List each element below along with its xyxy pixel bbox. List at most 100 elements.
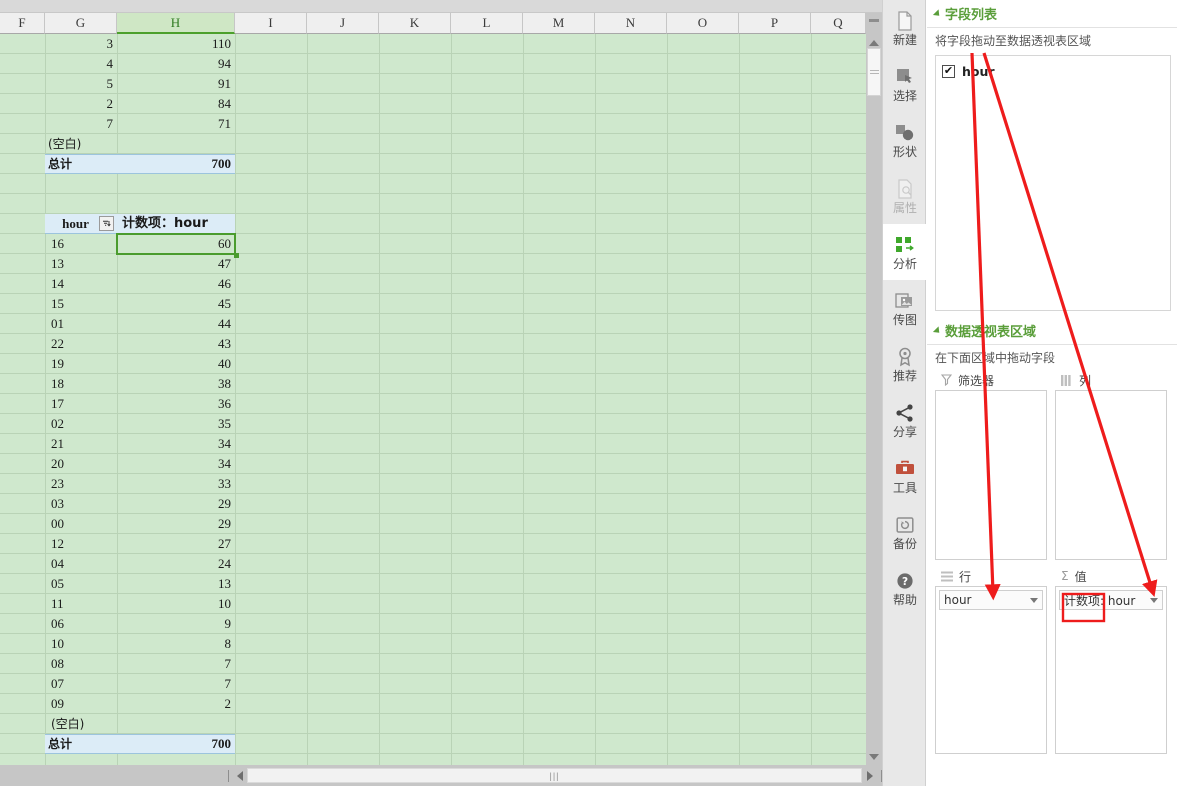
cell-G-label-1[interactable]: 4: [45, 54, 117, 74]
pivot-row-label-18[interactable]: 11: [48, 594, 120, 614]
pivot-row-label-0[interactable]: 16: [48, 234, 120, 254]
pivot-row-value-8[interactable]: 36: [117, 394, 235, 414]
cell-G-label-2[interactable]: 5: [45, 74, 117, 94]
pivot-row-value-16[interactable]: 24: [117, 554, 235, 574]
toolbar-item-5[interactable]: 分析: [883, 224, 927, 280]
pivot-row-value-12[interactable]: 33: [117, 474, 235, 494]
pivot-row-label-10[interactable]: 21: [48, 434, 120, 454]
grid-row[interactable]: [0, 194, 866, 214]
grid-row[interactable]: [0, 754, 866, 765]
pivot-row-label-14[interactable]: 00: [48, 514, 120, 534]
cell-G-label-0[interactable]: 3: [45, 34, 117, 54]
field-list-box[interactable]: ✔ hour: [935, 55, 1171, 311]
pivot-row-label-13[interactable]: 03: [48, 494, 120, 514]
pivot-row-value-0[interactable]: 60: [117, 234, 235, 254]
toolbar-item-8[interactable]: 分享: [883, 392, 927, 448]
pivot-row-value-10[interactable]: 34: [117, 434, 235, 454]
pivot-row-value-17[interactable]: 13: [117, 574, 235, 594]
pivot-areas-title-bar[interactable]: 数据透视表区域: [927, 317, 1177, 344]
pivot-row-value-6[interactable]: 40: [117, 354, 235, 374]
pivot-row-label-21[interactable]: 08: [48, 654, 120, 674]
pivot-row-value-9[interactable]: 35: [117, 414, 235, 434]
pivot-row-value-15[interactable]: 27: [117, 534, 235, 554]
grid-row[interactable]: [0, 174, 866, 194]
cell-H-value-3[interactable]: 84: [117, 94, 235, 114]
scroll-split-handle[interactable]: [869, 19, 879, 22]
pivot-row-label-4[interactable]: 01: [48, 314, 120, 334]
pivot-row-value-11[interactable]: 34: [117, 454, 235, 474]
column-header-H[interactable]: H: [117, 13, 235, 34]
pivot-row-value-20[interactable]: 8: [117, 634, 235, 654]
pivot-row-label-19[interactable]: 06: [48, 614, 120, 634]
pivot-row-value-19[interactable]: 9: [117, 614, 235, 634]
pivot-row-label-8[interactable]: 17: [48, 394, 120, 414]
scroll-left-button[interactable]: [233, 765, 247, 786]
column-header-J[interactable]: J: [307, 13, 379, 34]
field-item-hour[interactable]: ✔ hour: [942, 62, 1170, 80]
horizontal-scrollbar[interactable]: |||: [0, 765, 882, 786]
cell-G-label-4[interactable]: 7: [45, 114, 117, 134]
column-header-O[interactable]: O: [667, 13, 739, 34]
cell-G-label-3[interactable]: 2: [45, 94, 117, 114]
horizontal-scroll-track[interactable]: |||: [247, 767, 862, 784]
pivot-row-label-20[interactable]: 10: [48, 634, 120, 654]
field-list-title-bar[interactable]: 字段列表: [927, 0, 1177, 27]
pivot-row-value-7[interactable]: 38: [117, 374, 235, 394]
collapse-caret-icon-2[interactable]: [933, 326, 942, 335]
column-header-N[interactable]: N: [595, 13, 667, 34]
toolbar-item-6[interactable]: 传图: [883, 280, 927, 336]
pivot-row-value-4[interactable]: 44: [117, 314, 235, 334]
pivot-row-value-5[interactable]: 43: [117, 334, 235, 354]
column-header-M[interactable]: M: [523, 13, 595, 34]
pivot-row-label-24[interactable]: (空白): [48, 714, 120, 734]
pivot-header-value-label[interactable]: 计数项：hour: [119, 214, 237, 234]
grid-row[interactable]: [0, 134, 866, 154]
cell-H-value-2[interactable]: 91: [117, 74, 235, 94]
toolbar-item-3[interactable]: 形状: [883, 112, 927, 168]
pivot-row-label-3[interactable]: 15: [48, 294, 120, 314]
rows-drop-zone[interactable]: hour: [935, 586, 1047, 754]
pivot-row-label-9[interactable]: 02: [48, 414, 120, 434]
pivot-row-label-12[interactable]: 23: [48, 474, 120, 494]
pivot-row-label-17[interactable]: 05: [48, 574, 120, 594]
pivot-row-value-18[interactable]: 10: [117, 594, 235, 614]
sheet-tab-strip[interactable]: [0, 765, 228, 786]
pivot-row-label-16[interactable]: 04: [48, 554, 120, 574]
pivot-row-label-7[interactable]: 18: [48, 374, 120, 394]
toolbar-item-11[interactable]: ?帮助: [883, 560, 927, 616]
chevron-down-icon[interactable]: [1030, 598, 1038, 603]
pivot-row-label-15[interactable]: 12: [48, 534, 120, 554]
column-header-L[interactable]: L: [451, 13, 523, 34]
pivot-row-value-23[interactable]: 2: [117, 694, 235, 714]
pivot-row-label-23[interactable]: 09: [48, 694, 120, 714]
rows-field-pill-hour[interactable]: hour: [939, 590, 1043, 610]
cell-H-value-4[interactable]: 71: [117, 114, 235, 134]
column-header-Q[interactable]: Q: [811, 13, 866, 34]
pivot-row-label-1[interactable]: 13: [48, 254, 120, 274]
pivot-row-label-6[interactable]: 19: [48, 354, 120, 374]
fill-handle[interactable]: [234, 253, 239, 258]
cell-H-value-0[interactable]: 110: [117, 34, 235, 54]
scroll-right-button[interactable]: [862, 765, 878, 786]
chevron-down-icon-2[interactable]: [1150, 598, 1158, 603]
toolbar-item-9[interactable]: 工具: [883, 448, 927, 504]
toolbar-item-4[interactable]: 属性: [883, 168, 927, 224]
filter-drop-zone[interactable]: [935, 390, 1047, 560]
column-header-P[interactable]: P: [739, 13, 811, 34]
sheet-grid[interactable]: 3110494591284771(空白)总计700hour计数项：hour166…: [0, 34, 866, 765]
cell-G-label-5[interactable]: (空白): [45, 134, 117, 154]
top-table-total-value[interactable]: 700: [117, 154, 235, 174]
pivot-row-value-3[interactable]: 45: [117, 294, 235, 314]
pivot-row-label-2[interactable]: 14: [48, 274, 120, 294]
pivot-total-label[interactable]: 总计: [45, 734, 117, 754]
pivot-row-label-22[interactable]: 07: [48, 674, 120, 694]
pivot-row-filter-dropdown-icon[interactable]: [99, 216, 114, 231]
values-drop-zone[interactable]: 计数项: hour: [1055, 586, 1167, 754]
pivot-header-row-label[interactable]: hour: [49, 214, 99, 234]
cell-H-value-1[interactable]: 94: [117, 54, 235, 74]
pivot-row-value-14[interactable]: 29: [117, 514, 235, 534]
pivot-row-value-13[interactable]: 29: [117, 494, 235, 514]
vertical-scrollbar[interactable]: [866, 13, 882, 765]
pivot-row-value-21[interactable]: 7: [117, 654, 235, 674]
grid-row[interactable]: [0, 714, 866, 734]
